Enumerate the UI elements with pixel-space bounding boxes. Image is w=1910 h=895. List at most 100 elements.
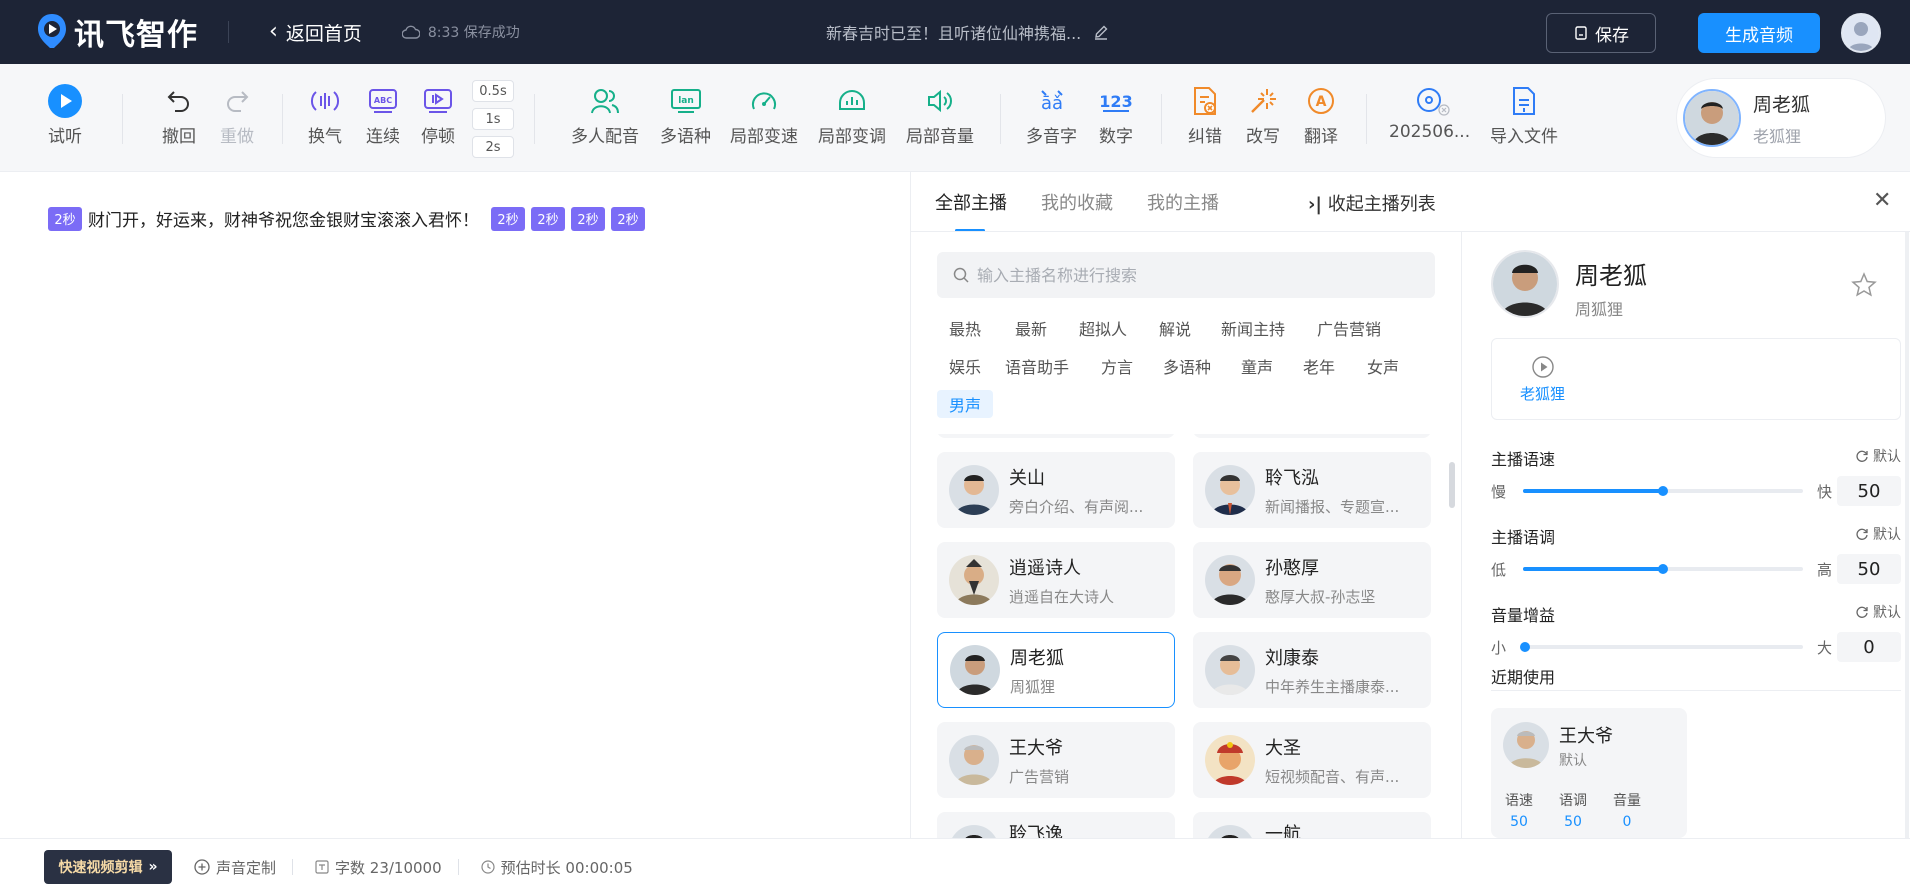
back-home-button[interactable]: ‹ 返回首页 <box>269 19 362 46</box>
tab-all-anchors[interactable]: 全部主播 <box>935 172 1007 232</box>
detail-scrollbar[interactable] <box>1905 232 1909 838</box>
speed-reset-button[interactable]: 默认 <box>1855 446 1901 466</box>
anchor-avatar <box>950 645 1000 695</box>
category-female[interactable]: 女声 <box>1355 352 1411 380</box>
current-anchor-card[interactable]: 周老狐 老狐狸 <box>1676 78 1886 158</box>
listen-button[interactable]: 试听 <box>48 84 82 147</box>
pitch-reset-button[interactable]: 默认 <box>1855 524 1901 544</box>
breath-button[interactable]: 换气 <box>308 84 342 147</box>
anchor-card[interactable]: 聆飞逸 <box>937 812 1175 838</box>
pitch-value[interactable]: 50 <box>1837 554 1901 584</box>
import-file-button[interactable]: 导入文件 <box>1490 84 1558 147</box>
pause-option[interactable]: 0.5s <box>472 80 514 102</box>
speed-slider-row: 慢 快 50 <box>1491 476 1901 506</box>
redo-button[interactable]: 重做 <box>220 84 254 147</box>
undo-button[interactable]: 撤回 <box>162 84 196 147</box>
local-speed-button[interactable]: 局部变速 <box>730 84 798 147</box>
svg-text:ABC: ABC <box>374 96 392 105</box>
app-logo[interactable]: 讯飞智作 <box>36 10 198 54</box>
category-news[interactable]: 新闻主持 <box>1209 314 1297 342</box>
category-dialect[interactable]: 方言 <box>1089 352 1145 380</box>
quick-video-edit-button[interactable]: 快速视频剪辑 » <box>44 850 172 884</box>
anchor-card[interactable]: 刘康泰 中年养生主播康泰... <box>1193 632 1431 708</box>
multi-voice-button[interactable]: 多人配音 <box>571 84 639 147</box>
number-button[interactable]: 123 数字 <box>1099 84 1133 147</box>
anchor-card[interactable] <box>937 434 1175 438</box>
anchor-card[interactable]: 聆飞泓 新闻播报、专题宣... <box>1193 452 1431 528</box>
multi-language-button[interactable]: lan 多语种 <box>660 84 711 147</box>
recent-anchor-card[interactable]: 王大爷 默认 语速 50 语调 50 音量 0 <box>1491 708 1687 838</box>
pause-tag[interactable]: 2秒 <box>491 206 525 231</box>
correct-button[interactable]: 纠错 <box>1188 84 1222 147</box>
anchor-list-scrollbar[interactable] <box>1449 462 1455 508</box>
close-icon[interactable]: ✕ <box>1873 188 1891 213</box>
pause-option[interactable]: 1s <box>472 108 514 130</box>
category-male[interactable]: 男声 <box>937 390 994 418</box>
anchor-search[interactable] <box>937 252 1435 298</box>
pitch-slider-handle[interactable] <box>1658 564 1668 574</box>
back-home-label: 返回首页 <box>285 22 362 45</box>
save-icon <box>1575 26 1587 40</box>
category-assistant[interactable]: 语音助手 <box>993 352 1081 380</box>
text-editor[interactable]: 2秒 财门开，好运来，财神爷祝您金银财宝滚滚入君怀！ 2秒 2秒 2秒 2秒 <box>0 172 910 838</box>
editor-text[interactable]: 财门开，好运来，财神爷祝您金银财宝滚滚入君怀！ <box>88 206 479 231</box>
svg-text:123: 123 <box>1099 92 1132 111</box>
speed-slider-handle[interactable] <box>1658 486 1668 496</box>
category-ads[interactable]: 广告营销 <box>1305 314 1393 342</box>
star-icon[interactable] <box>1851 272 1877 302</box>
collapse-anchor-list-button[interactable]: ›| 收起主播列表 <box>1308 190 1436 216</box>
anchor-card[interactable]: 孙憨厚 憨厚大叔-孙志坚 <box>1193 542 1431 618</box>
user-avatar[interactable] <box>1841 13 1881 53</box>
pause-tag[interactable]: 2秒 <box>571 206 605 231</box>
category-hot[interactable]: 最热 <box>937 314 993 342</box>
anchor-card[interactable] <box>1193 434 1431 438</box>
pause-button[interactable]: 停顿 <box>421 84 455 147</box>
anchor-card[interactable]: 一航 <box>1193 812 1431 838</box>
translate-button[interactable]: A 翻译 <box>1304 84 1338 147</box>
edit-icon[interactable] <box>1093 24 1109 40</box>
category-commentary[interactable]: 解说 <box>1147 314 1203 342</box>
category-multilingual[interactable]: 多语种 <box>1151 352 1223 380</box>
style-option[interactable]: 老狐狸 <box>1520 355 1565 404</box>
anchor-avatar <box>1205 465 1255 515</box>
anchor-card[interactable]: 大圣 短视频配音、有声... <box>1193 722 1431 798</box>
anchor-name: 关山 <box>1009 467 1045 489</box>
save-button[interactable]: 保存 <box>1546 13 1656 53</box>
rewrite-button[interactable]: 改写 <box>1246 84 1280 147</box>
voice-custom-button[interactable]: 声音定制 <box>194 857 276 878</box>
volume-reset-button[interactable]: 默认 <box>1855 602 1901 622</box>
svg-text:āǎ: āǎ <box>1040 93 1062 114</box>
category-entertainment[interactable]: 娱乐 <box>937 352 993 380</box>
pause-tag[interactable]: 2秒 <box>531 206 565 231</box>
anchor-card-selected[interactable]: 周老狐 周狐狸 <box>937 632 1175 708</box>
category-child[interactable]: 童声 <box>1229 352 1285 380</box>
category-new[interactable]: 最新 <box>1003 314 1059 342</box>
category-ultra-real[interactable]: 超拟人 <box>1067 314 1139 342</box>
pause-option[interactable]: 2s <box>472 136 514 158</box>
generate-audio-button[interactable]: 生成音频 <box>1698 13 1820 53</box>
category-elderly[interactable]: 老年 <box>1291 352 1347 380</box>
number-label: 数字 <box>1099 127 1133 147</box>
anchor-card[interactable]: 逍遥诗人 逍遥自在大诗人 <box>937 542 1175 618</box>
local-volume-button[interactable]: 局部音量 <box>906 84 974 147</box>
tab-my-anchors[interactable]: 我的主播 <box>1147 172 1219 232</box>
pause-tag[interactable]: 2秒 <box>48 206 82 231</box>
volume-slider-handle[interactable] <box>1520 642 1530 652</box>
local-pitch-button[interactable]: 局部变调 <box>818 84 886 147</box>
polyphone-button[interactable]: āǎ 多音字 <box>1026 84 1077 147</box>
pitch-slider[interactable] <box>1523 564 1803 574</box>
document-title[interactable]: 新春吉时已至！且听诸位仙神携福... <box>826 20 1109 44</box>
speed-value[interactable]: 50 <box>1837 476 1901 506</box>
pitch-low-label: 低 <box>1491 561 1507 579</box>
volume-slider[interactable] <box>1520 642 1803 652</box>
editor-line[interactable]: 2秒 财门开，好运来，财神爷祝您金银财宝滚滚入君怀！ 2秒 2秒 2秒 2秒 <box>48 206 651 231</box>
pause-tag[interactable]: 2秒 <box>611 206 645 231</box>
anchor-search-input[interactable] <box>977 265 1397 285</box>
anchor-card[interactable]: 关山 旁白介绍、有声阅... <box>937 452 1175 528</box>
continuous-button[interactable]: ABC 连续 <box>366 84 400 147</box>
volume-value[interactable]: 0 <box>1837 632 1901 662</box>
audio-file-button[interactable]: 202506... <box>1389 84 1470 142</box>
tab-my-favorites[interactable]: 我的收藏 <box>1041 172 1113 232</box>
anchor-card[interactable]: 王大爷 广告营销 <box>937 722 1175 798</box>
speed-slider[interactable] <box>1523 486 1803 496</box>
